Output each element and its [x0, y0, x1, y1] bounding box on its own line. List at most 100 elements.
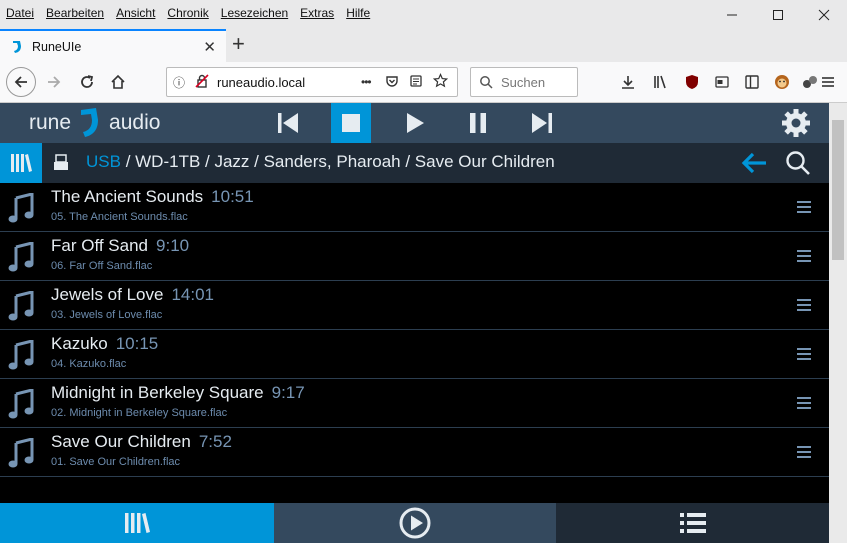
ublock-button[interactable] — [678, 68, 706, 96]
track-filename: 06. Far Off Sand.flac — [51, 260, 153, 272]
insecure-lock-icon — [195, 73, 217, 91]
track-title-text: Midnight in Berkeley Square — [51, 383, 264, 402]
track-menu-icon[interactable] — [797, 397, 811, 409]
track-duration: 10:51 — [211, 187, 254, 206]
tab-queue[interactable] — [556, 503, 829, 543]
back-arrow-icon — [14, 76, 27, 88]
new-tab-icon[interactable]: + — [232, 31, 245, 57]
music-note-icon — [8, 340, 34, 370]
track-row[interactable]: Far Off Sand 9:10 06. Far Off Sand.flac — [0, 232, 829, 281]
previous-button[interactable] — [268, 103, 308, 143]
search-icon — [480, 76, 493, 89]
track-title: Far Off Sand 9:10 — [51, 236, 189, 256]
info-icon[interactable]: ⓘ — [173, 74, 195, 91]
play-icon — [407, 113, 424, 133]
breadcrumb-path[interactable]: / WD-1TB / Jazz / Sanders, Pharoah / Sav… — [121, 152, 555, 171]
tab-library[interactable] — [0, 503, 274, 543]
track-title-text: Kazuko — [51, 334, 108, 353]
skip-previous-icon — [278, 113, 298, 133]
browser-tab[interactable]: RuneUIe ✕ — [0, 29, 226, 62]
page-actions-icon[interactable]: ••• — [361, 75, 385, 89]
breadcrumb: USB / WD-1TB / Jazz / Sanders, Pharoah /… — [86, 152, 555, 172]
download-icon — [622, 76, 634, 89]
rune-logo[interactable]: rune audio — [29, 107, 160, 139]
pause-button[interactable] — [458, 103, 498, 143]
extension-button[interactable] — [708, 68, 736, 96]
stop-icon — [342, 114, 360, 132]
pocket-icon[interactable] — [385, 74, 409, 91]
menu-bearbeiten[interactable]: Bearbeiten — [46, 6, 104, 20]
track-menu-icon[interactable] — [797, 299, 811, 311]
search-icon — [786, 151, 810, 175]
tab-close-icon[interactable]: ✕ — [203, 38, 216, 56]
menu-hilfe[interactable]: Hilfe — [346, 6, 370, 20]
back-button[interactable] — [6, 67, 36, 97]
monkey-extension-button[interactable] — [768, 68, 796, 96]
scrollbar-thumb[interactable] — [832, 120, 844, 260]
reload-button[interactable] — [73, 68, 101, 96]
reload-icon — [81, 75, 94, 88]
track-row[interactable]: Jewels of Love 14:01 03. Jewels of Love.f… — [0, 281, 829, 330]
track-row[interactable]: The Ancient Sounds 10:51 05. The Ancient … — [0, 183, 829, 232]
url-text[interactable]: runeaudio.local — [217, 75, 361, 90]
menu-chronik[interactable]: Chronik — [167, 6, 208, 20]
rune-favicon-icon — [10, 40, 24, 54]
search-bar[interactable]: Suchen — [470, 67, 578, 97]
back-navigation-button[interactable] — [739, 150, 769, 176]
hamburger-menu-button[interactable] — [814, 68, 842, 96]
hamburger-icon — [822, 77, 834, 87]
track-menu-icon[interactable] — [797, 201, 811, 213]
play-button[interactable] — [395, 103, 435, 143]
logo-text-audio: audio — [109, 111, 161, 134]
bookmark-star-icon[interactable] — [432, 73, 457, 91]
track-filename: 01. Save Our Children.flac — [51, 456, 181, 468]
rune-header: rune audio — [0, 103, 829, 143]
downloads-button[interactable] — [614, 68, 642, 96]
breadcrumb-root[interactable]: USB — [86, 152, 121, 171]
track-title: Kazuko 10:15 — [51, 334, 158, 354]
track-title: Midnight in Berkeley Square 9:17 — [51, 383, 305, 403]
menu-lesezeichen[interactable]: Lesezeichen — [221, 6, 288, 20]
library-search-button[interactable] — [783, 150, 813, 176]
extension-icon — [715, 76, 729, 88]
home-icon — [111, 74, 125, 89]
music-note-icon — [8, 193, 34, 223]
track-row[interactable]: Kazuko 10:15 04. Kazuko.flac — [0, 330, 829, 379]
track-menu-icon[interactable] — [797, 446, 811, 458]
track-row[interactable]: Midnight in Berkeley Square 9:17 02. Midn… — [0, 379, 829, 428]
play-circle-icon — [399, 507, 431, 539]
settings-button[interactable] — [776, 103, 816, 143]
music-note-icon — [8, 242, 34, 272]
library-tab-button[interactable] — [0, 143, 42, 183]
sidebar-button[interactable] — [738, 68, 766, 96]
menu-ansicht[interactable]: Ansicht — [116, 6, 155, 20]
url-bar[interactable]: ⓘ runeaudio.local ••• — [166, 67, 458, 97]
usb-drive-icon — [52, 154, 70, 177]
track-filename: 03. Jewels of Love.flac — [51, 309, 163, 321]
library-icon — [654, 75, 666, 89]
home-button[interactable] — [104, 68, 132, 96]
track-title-text: Jewels of Love — [51, 285, 164, 304]
next-button[interactable] — [522, 103, 562, 143]
menu-extras[interactable]: Extras — [300, 6, 334, 20]
reader-view-icon[interactable] — [409, 74, 433, 91]
music-note-icon — [8, 389, 34, 419]
bottom-tab-bar — [0, 503, 829, 543]
track-menu-icon[interactable] — [797, 348, 811, 360]
tab-playback[interactable] — [274, 503, 556, 543]
stop-button[interactable] — [331, 103, 371, 143]
arrow-left-icon — [741, 152, 766, 174]
search-placeholder: Suchen — [501, 74, 546, 90]
library-button[interactable] — [646, 68, 674, 96]
pause-icon — [470, 113, 486, 133]
track-row[interactable]: Save Our Children 7:52 01. Save Our Child… — [0, 428, 829, 477]
forward-button[interactable] — [40, 68, 68, 96]
menu-datei[interactable]: Datei — [6, 6, 34, 20]
track-title-text: The Ancient Sounds — [51, 187, 204, 206]
monkey-icon — [775, 75, 789, 89]
rune-logo-icon — [81, 108, 99, 137]
track-title: The Ancient Sounds 10:51 — [51, 187, 254, 207]
track-filename: 02. Midnight in Berkeley Square.flac — [51, 407, 228, 419]
track-list: The Ancient Sounds 10:51 05. The Ancient … — [0, 183, 829, 503]
track-menu-icon[interactable] — [797, 250, 811, 262]
